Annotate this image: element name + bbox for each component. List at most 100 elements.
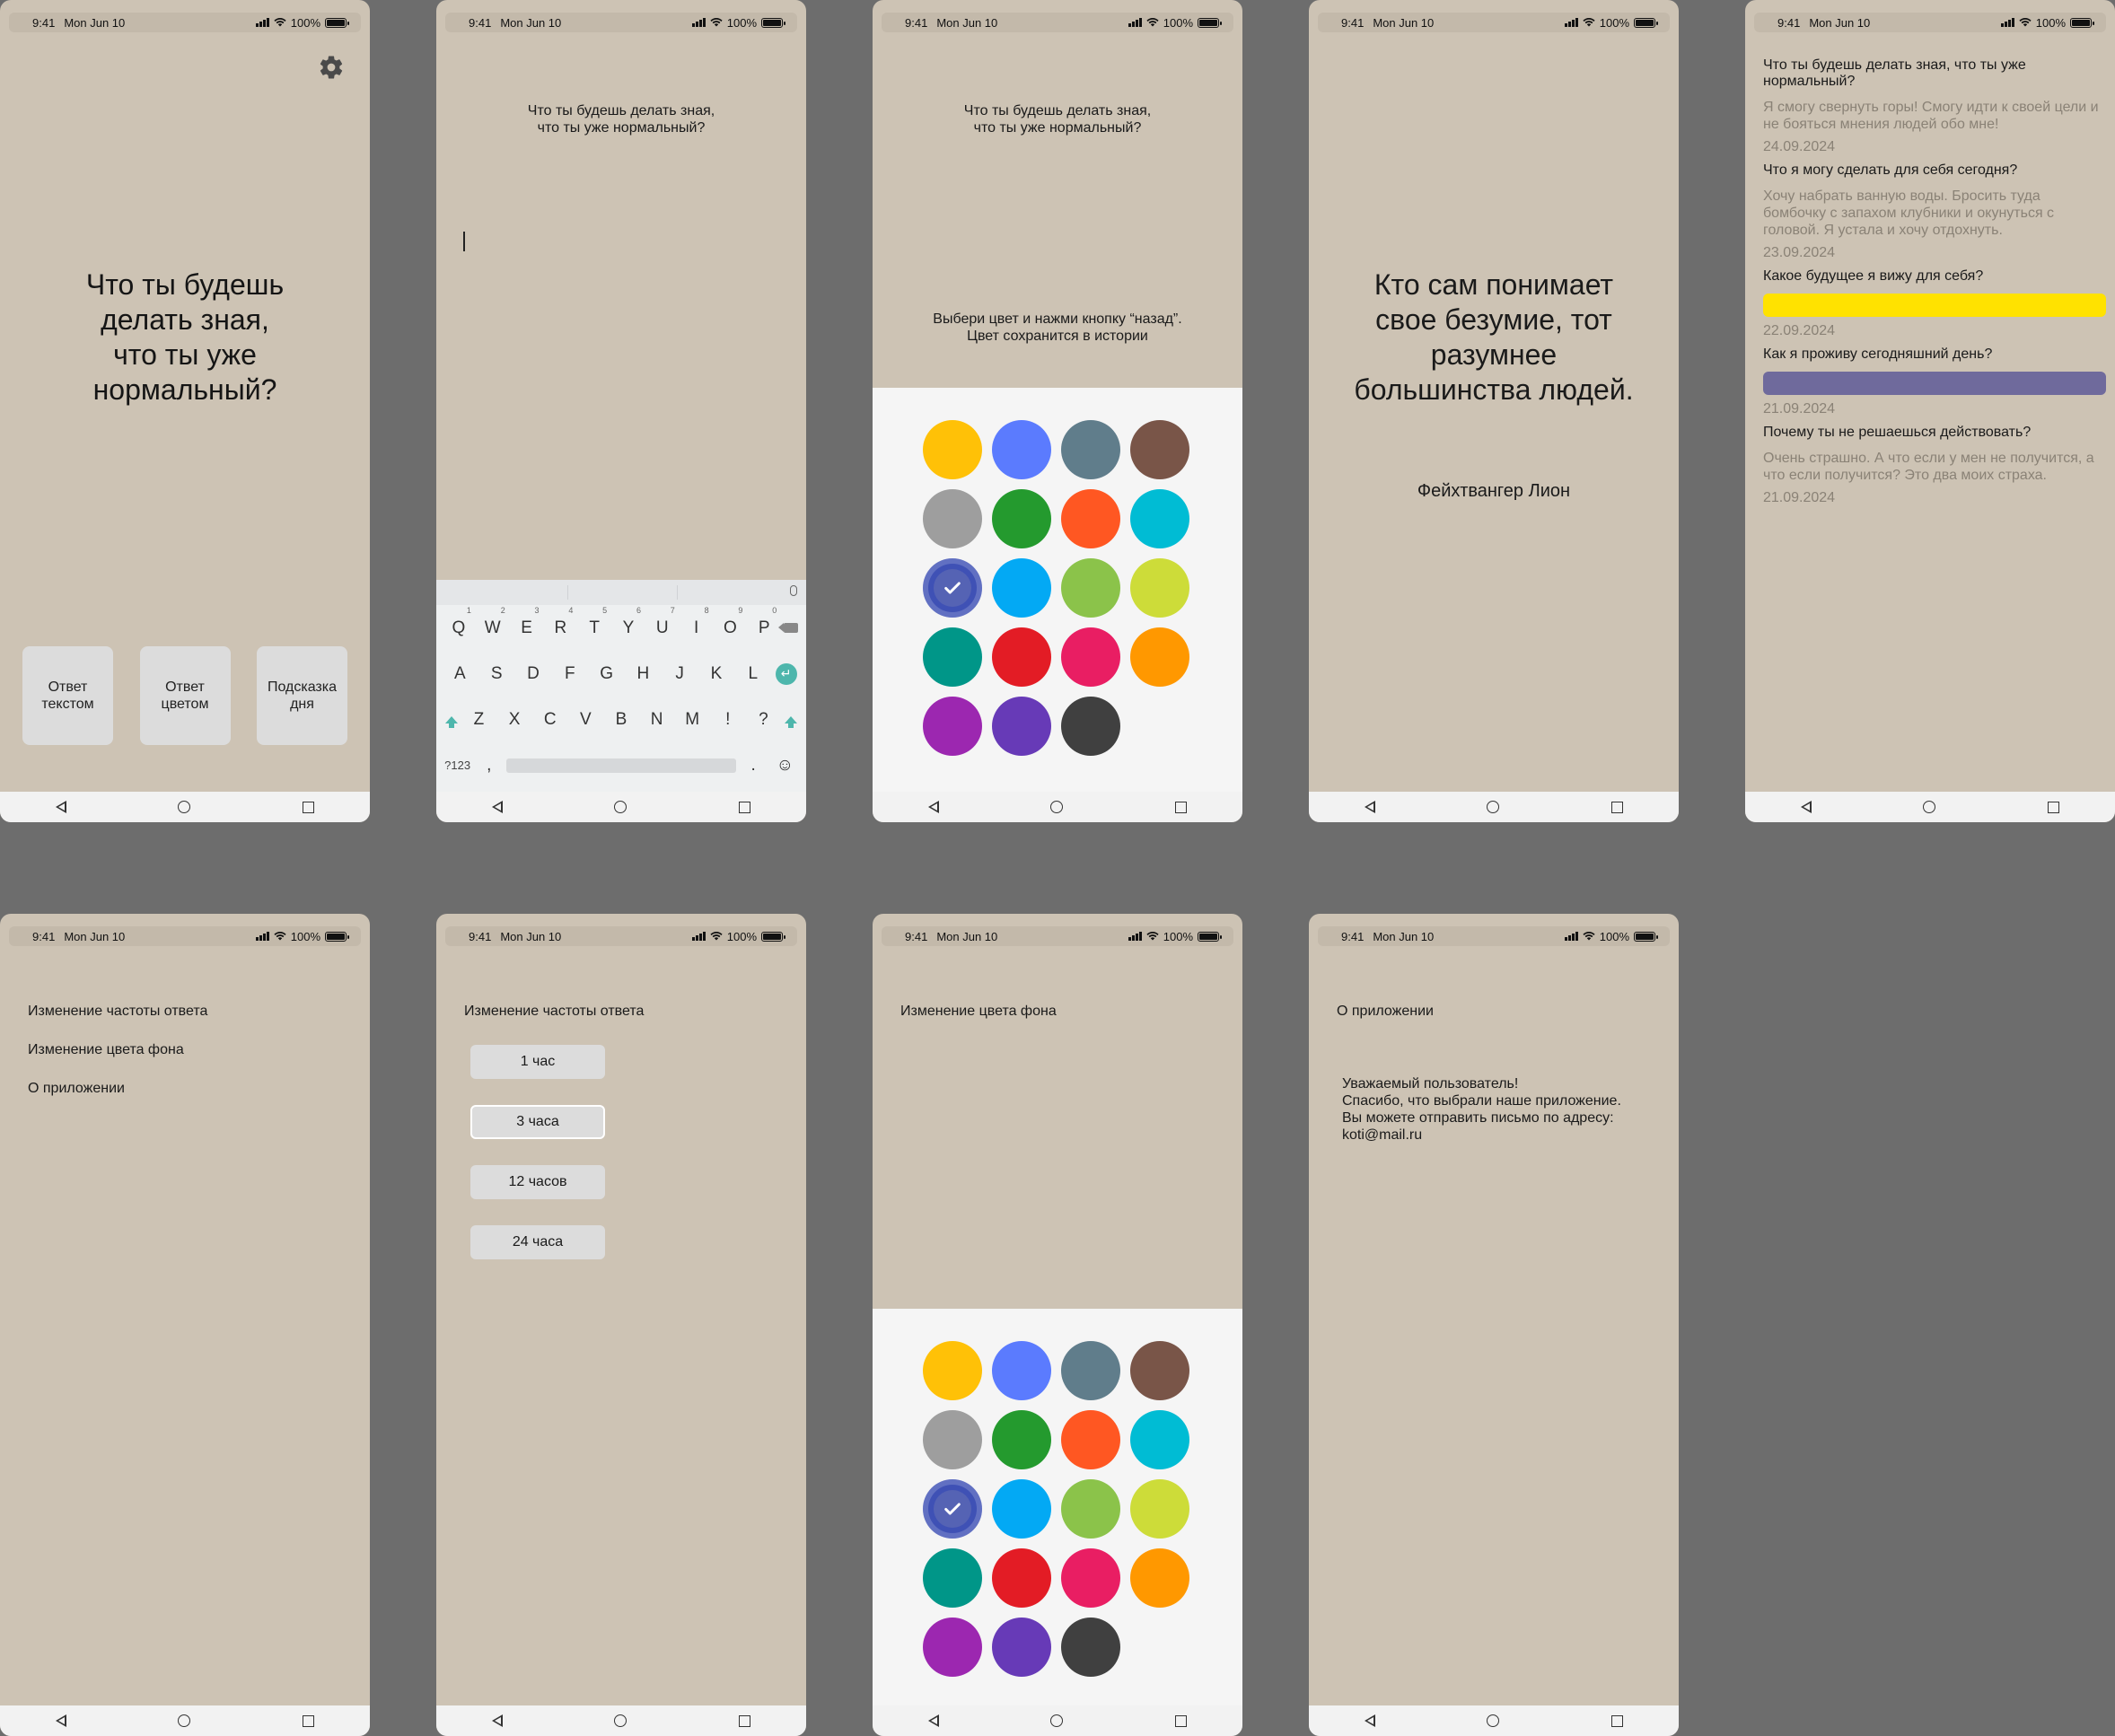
color-swatch[interactable] [992, 1548, 1051, 1608]
settings-item-frequency[interactable]: Изменение частоты ответа [28, 1004, 207, 1042]
key-s[interactable]: S [482, 664, 511, 684]
key-b[interactable]: B [607, 710, 636, 730]
color-swatch[interactable] [992, 1341, 1051, 1400]
color-swatch[interactable] [1061, 697, 1120, 756]
color-swatch[interactable] [1061, 1618, 1120, 1677]
frequency-option[interactable]: 12 часов [470, 1165, 605, 1199]
answer-text-button[interactable]: Ответ текстом [22, 646, 113, 745]
back-icon[interactable] [928, 801, 940, 813]
key-h[interactable]: H [628, 664, 657, 684]
home-icon[interactable] [1050, 1714, 1064, 1727]
key-i[interactable]: I8 [682, 606, 711, 638]
key-c[interactable]: C [536, 710, 565, 730]
frequency-option[interactable]: 3 часа [470, 1105, 605, 1139]
home-icon[interactable] [178, 801, 191, 813]
color-swatch[interactable] [1061, 1341, 1120, 1400]
recents-icon[interactable] [1174, 801, 1187, 813]
color-swatch[interactable] [923, 697, 982, 756]
color-swatch[interactable] [923, 1410, 982, 1469]
color-swatch[interactable] [992, 1618, 1051, 1677]
home-icon[interactable] [1487, 1714, 1500, 1727]
home-icon[interactable] [178, 1714, 191, 1727]
color-swatch[interactable] [992, 697, 1051, 756]
color-swatch[interactable] [923, 1548, 982, 1608]
history-item[interactable]: Как я проживу сегодняшний день? 21.09.202… [1763, 346, 2106, 417]
history-item[interactable]: Что ты будешь делать зная, что ты уже но… [1763, 57, 2106, 155]
color-swatch[interactable] [1130, 1341, 1189, 1400]
recents-icon[interactable] [738, 801, 750, 813]
key-t[interactable]: T5 [580, 606, 609, 638]
recents-icon[interactable] [1610, 801, 1623, 813]
key-n[interactable]: N [643, 710, 671, 730]
color-swatch[interactable] [1130, 489, 1189, 548]
color-swatch[interactable] [1130, 1479, 1189, 1539]
settings-item-bg-color[interactable]: Изменение цвета фона [28, 1042, 207, 1081]
key-question[interactable]: ? [749, 710, 777, 730]
settings-item-about[interactable]: О приложении [28, 1081, 207, 1119]
recents-icon[interactable] [302, 1714, 314, 1727]
color-swatch[interactable] [1061, 420, 1120, 479]
color-swatch[interactable] [1130, 627, 1189, 687]
frequency-option[interactable]: 1 час [470, 1045, 605, 1079]
recents-icon[interactable] [302, 801, 314, 813]
key-d[interactable]: D [519, 664, 548, 684]
home-icon[interactable] [1487, 801, 1500, 813]
color-swatch[interactable] [923, 1341, 982, 1400]
key-u[interactable]: U7 [648, 606, 677, 638]
color-swatch[interactable] [992, 420, 1051, 479]
mic-icon[interactable] [790, 585, 797, 596]
shift-icon[interactable] [785, 715, 798, 728]
color-swatch[interactable] [923, 1618, 982, 1677]
key-v[interactable]: V [571, 710, 600, 730]
color-swatch[interactable] [992, 1410, 1051, 1469]
recents-icon[interactable] [738, 1714, 750, 1727]
history-item[interactable]: Почему ты не решаешься действовать? Очень… [1763, 425, 2106, 506]
color-swatch[interactable] [1061, 1548, 1120, 1608]
key-l[interactable]: L [739, 664, 768, 684]
home-icon[interactable] [1923, 801, 1936, 813]
key-j[interactable]: J [665, 664, 694, 684]
back-icon[interactable] [56, 801, 67, 813]
color-swatch[interactable] [1130, 1410, 1189, 1469]
color-swatch[interactable] [923, 1479, 982, 1539]
comma-key[interactable]: , [475, 756, 504, 776]
history-item[interactable]: Какое будущее я вижу для себя? 22.09.2024 [1763, 268, 2106, 339]
symbols-key[interactable]: ?123 [443, 758, 472, 772]
color-swatch[interactable] [1061, 1479, 1120, 1539]
color-swatch[interactable] [923, 558, 982, 618]
color-swatch[interactable] [1061, 627, 1120, 687]
back-icon[interactable] [1365, 801, 1376, 813]
space-key[interactable] [505, 758, 736, 773]
key-a[interactable]: A [445, 664, 474, 684]
key-e[interactable]: E3 [513, 606, 541, 638]
key-exclamation[interactable]: ! [714, 710, 742, 730]
recents-icon[interactable] [1610, 1714, 1623, 1727]
color-swatch[interactable] [992, 1479, 1051, 1539]
color-swatch[interactable] [1061, 489, 1120, 548]
home-icon[interactable] [614, 1714, 627, 1727]
period-key[interactable]: . [739, 756, 768, 776]
back-icon[interactable] [928, 1714, 940, 1727]
key-x[interactable]: X [500, 710, 529, 730]
color-swatch[interactable] [1061, 1410, 1120, 1469]
key-g[interactable]: G [592, 664, 621, 684]
home-icon[interactable] [1050, 801, 1064, 813]
key-o[interactable]: O9 [715, 606, 744, 638]
recents-icon[interactable] [1174, 1714, 1187, 1727]
key-q[interactable]: Q1 [444, 606, 473, 638]
key-p[interactable]: P0 [750, 606, 778, 638]
key-z[interactable]: Z [464, 710, 493, 730]
key-w[interactable]: W2 [478, 606, 507, 638]
color-swatch[interactable] [923, 420, 982, 479]
history-item[interactable]: Что я могу сделать для себя сегодня? Хочу… [1763, 162, 2106, 261]
answer-color-button[interactable]: Ответ цветом [139, 646, 231, 745]
color-swatch[interactable] [992, 627, 1051, 687]
shift-icon[interactable] [444, 715, 458, 728]
home-icon[interactable] [614, 801, 627, 813]
back-icon[interactable] [1801, 801, 1812, 813]
emoji-key[interactable]: ☺ [770, 756, 799, 776]
key-y[interactable]: Y6 [614, 606, 643, 638]
color-swatch[interactable] [923, 489, 982, 548]
back-icon[interactable] [492, 801, 504, 813]
color-swatch[interactable] [1130, 420, 1189, 479]
